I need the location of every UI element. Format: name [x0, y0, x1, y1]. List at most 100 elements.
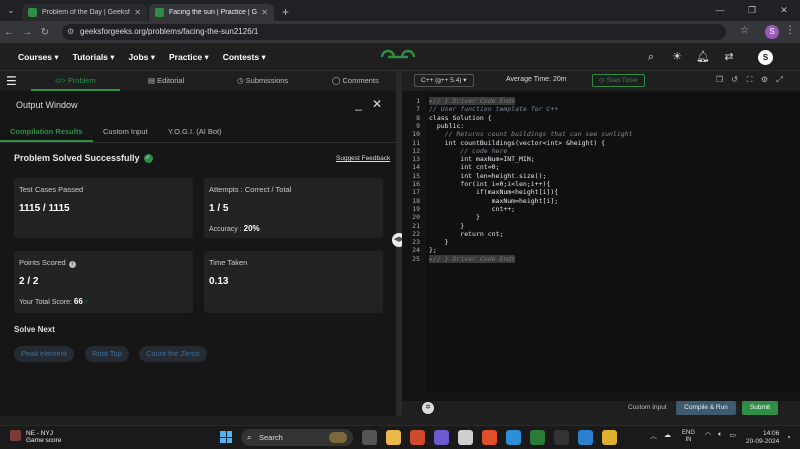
code-line: ▸// } Driver Code Ends — [429, 254, 516, 263]
tab-compilation-results[interactable]: Compilation Results — [0, 127, 92, 142]
windows-start-icon[interactable] — [220, 431, 232, 443]
next-problem-tag[interactable]: Peak element — [14, 346, 74, 362]
custom-input-button[interactable]: Custom Input — [628, 404, 667, 411]
reset-icon[interactable]: ↺ — [727, 75, 742, 85]
tab-problem[interactable]: </> Problem — [31, 71, 120, 91]
fullscreen-icon[interactable]: ⛶ — [742, 75, 757, 85]
next-problem-tag[interactable]: Root Top — [85, 346, 129, 362]
back-icon[interactable]: ← — [0, 27, 18, 38]
gfg-logo-icon[interactable] — [380, 49, 416, 65]
news-flag-icon — [10, 430, 21, 441]
close-tab-icon[interactable]: ✕ — [134, 8, 141, 17]
task-view-icon[interactable] — [362, 430, 377, 445]
volume-icon[interactable]: 🔈︎ — [718, 431, 722, 439]
line-number: 10 — [412, 130, 420, 139]
taskbar-search-label: Search — [259, 433, 283, 442]
tab-custom-input[interactable]: Custom Input — [103, 127, 148, 136]
minimize-icon[interactable]: — — [704, 0, 736, 21]
file-explorer-icon[interactable] — [386, 430, 401, 445]
maximize-icon[interactable]: ❐ — [736, 0, 768, 21]
reload-icon[interactable]: ↻ — [36, 27, 54, 38]
browser-tab-problem-of-day[interactable]: Problem of the Day | GeeksforG... ✕ — [22, 4, 147, 21]
next-problem-tag[interactable]: Count the Zeros — [139, 346, 207, 362]
bookmark-star-icon[interactable]: ☆ — [740, 25, 749, 36]
taskbar-search[interactable]: ⌕ Search — [241, 429, 353, 446]
browser-profile-avatar[interactable]: S — [765, 25, 779, 39]
nav-contests[interactable]: Contests ▾ — [223, 52, 266, 63]
notification-bell-icon[interactable]: 🔔︎ — [692, 48, 714, 66]
tab-submissions[interactable]: ◷ Submissions — [237, 71, 288, 91]
attempts-card: Attempts : Correct / Total 1 / 5 Accurac… — [204, 178, 383, 238]
cloud-icon[interactable]: ☁ — [664, 431, 671, 441]
tab-search-icon[interactable]: ⌄ — [0, 0, 22, 21]
brave-icon[interactable] — [482, 430, 497, 445]
wifi-icon[interactable]: ◠ — [705, 431, 711, 439]
nav-courses[interactable]: Courses ▾ — [18, 52, 59, 63]
code-line: } — [429, 213, 480, 222]
notification-icon[interactable]: ◔ — [786, 433, 791, 442]
tv-app-icon[interactable] — [554, 430, 569, 445]
chrome-icon[interactable] — [602, 430, 617, 445]
attempts-value: 1 / 5 — [209, 203, 229, 214]
compile-run-button[interactable]: Compile & Run — [676, 401, 736, 415]
close-window-icon[interactable]: ✕ — [768, 0, 800, 21]
browser-menu-icon[interactable]: ⋮ — [785, 25, 795, 36]
tab-yogi-ai-bot[interactable]: Y.O.G.I. (AI Bot) — [168, 127, 222, 136]
info-icon[interactable]: i — [68, 261, 76, 268]
battery-icon[interactable]: ▭ — [729, 431, 736, 439]
main-nav: Courses ▾ Tutorials ▾ Jobs ▾ Practice ▾ … — [18, 43, 280, 71]
url-input[interactable]: ⚙ geeksforgeeks.org/problems/facing-the-… — [62, 24, 726, 40]
address-bar: ← → ↻ ⚙ geeksforgeeks.org/problems/facin… — [0, 21, 800, 43]
suggest-feedback-link[interactable]: Suggest Feedback — [336, 155, 390, 162]
vscode-icon[interactable] — [578, 430, 593, 445]
office-icon[interactable] — [410, 430, 425, 445]
copy-icon[interactable]: ❐ — [712, 75, 727, 85]
browser-tab-facing-sun[interactable]: Facing the sun | Practice | Geek... ✕ — [149, 4, 274, 21]
tab-comments[interactable]: ◯ Comments — [332, 71, 379, 91]
news-widget[interactable]: NE - NYJ Game score — [10, 430, 61, 444]
window-controls: — ❐ ✕ — [704, 0, 800, 21]
output-window-title: Output Window — [16, 100, 78, 110]
code-line: } — [429, 221, 465, 230]
start-timer-button[interactable]: ◷ Start Timer — [592, 74, 646, 87]
language-select[interactable]: C++ (g++ 5.4) ▾ — [414, 74, 474, 87]
search-icon: ⌕ — [247, 433, 252, 442]
tray-overflow-icon[interactable]: ︿ — [650, 431, 657, 441]
forward-icon[interactable]: → — [18, 27, 36, 38]
input-language[interactable]: ENG IN — [682, 430, 695, 444]
gfg-favicon-icon — [28, 8, 37, 17]
new-tab-icon[interactable]: + — [276, 4, 295, 21]
xbox-icon[interactable] — [530, 430, 545, 445]
code-editor[interactable]: ▸// } Driver Code Ends// User function t… — [426, 93, 800, 393]
line-number: 15 — [412, 171, 420, 180]
nav-practice[interactable]: Practice ▾ — [169, 52, 209, 63]
code-line: }; — [429, 246, 437, 255]
submit-button[interactable]: Submit — [742, 401, 778, 415]
teams-icon[interactable] — [434, 430, 449, 445]
debug-icon[interactable]: ✲ — [422, 402, 434, 414]
code-line: int len=height.size(); — [429, 171, 547, 180]
minimize-output-icon[interactable]: _ — [355, 97, 362, 111]
store-icon[interactable] — [458, 430, 473, 445]
points-label-wrap: Points Scored i — [19, 258, 76, 268]
hamburger-icon[interactable]: ☰ — [6, 74, 17, 88]
theme-toggle-icon[interactable]: ☀ — [666, 48, 688, 66]
nav-tutorials[interactable]: Tutorials ▾ — [73, 52, 115, 63]
expand-icon[interactable]: ⤢ — [772, 75, 787, 85]
search-icon[interactable]: ⌕ — [640, 48, 662, 66]
points-card: Points Scored i 2 / 2 Your Total Score: 6… — [14, 251, 193, 313]
solve-next-heading: Solve Next — [14, 325, 55, 334]
nav-jobs[interactable]: Jobs ▾ — [129, 52, 155, 63]
output-window-controls: _ ✕ — [355, 97, 382, 111]
translate-icon[interactable]: ⇄ — [718, 48, 740, 66]
site-info-icon[interactable]: ⚙ — [67, 24, 74, 40]
user-avatar[interactable]: S — [758, 50, 773, 65]
close-tab-icon[interactable]: ✕ — [261, 8, 268, 17]
settings-icon[interactable]: ⚙ — [757, 75, 772, 85]
close-output-icon[interactable]: ✕ — [372, 97, 382, 111]
edge-icon[interactable] — [506, 430, 521, 445]
news-subtitle: Game score — [26, 437, 62, 444]
tab-editorial[interactable]: ▤ Editorial — [148, 71, 184, 91]
tab-title: Problem of the Day | GeeksforG... — [42, 9, 130, 16]
clock[interactable]: 14:06 20-09-2024 — [746, 430, 779, 446]
